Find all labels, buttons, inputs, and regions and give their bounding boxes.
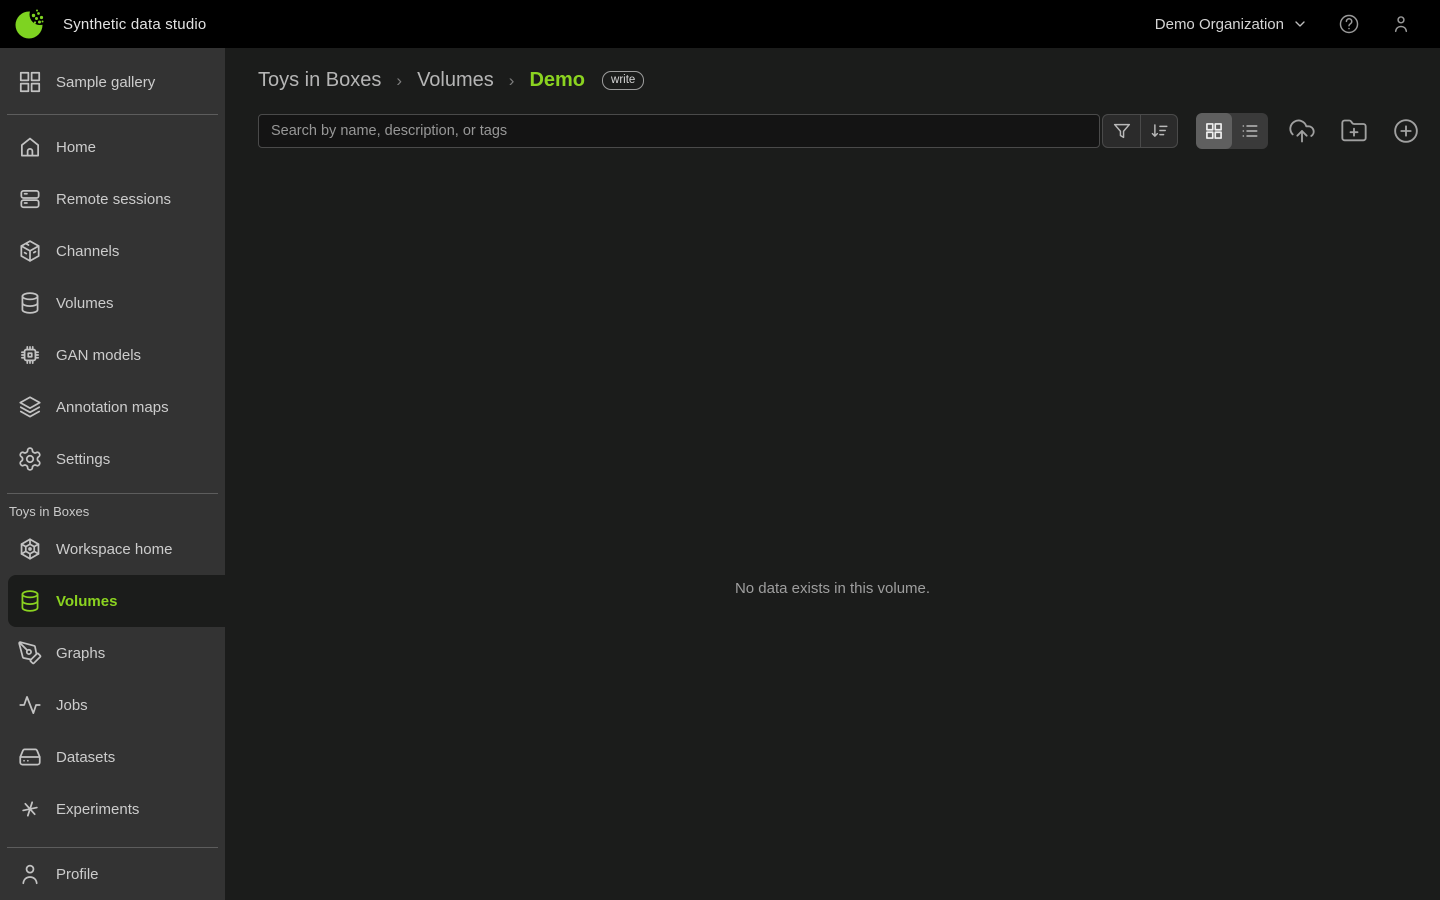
help-button[interactable] <box>1338 13 1360 35</box>
sidebar-divider <box>7 114 218 115</box>
sidebar-item-volumes-workspace[interactable]: Volumes <box>8 575 225 627</box>
pen-tool-icon <box>17 640 43 666</box>
sidebar-item-label: Home <box>56 139 96 156</box>
sidebar-item-profile[interactable]: Profile <box>0 848 225 900</box>
activity-icon <box>17 692 43 718</box>
chevron-down-icon <box>1292 16 1308 32</box>
sidebar-item-label: Workspace home <box>56 541 172 558</box>
breadcrumb-current: Demo <box>529 69 585 92</box>
user-menu-button[interactable] <box>1390 13 1412 35</box>
sidebar-item-home[interactable]: Home <box>0 121 225 173</box>
sidebar-item-channels[interactable]: Channels <box>0 225 225 277</box>
toolbar-actions <box>1288 117 1420 145</box>
cloud-upload-icon <box>1288 117 1316 145</box>
sidebar-item-label: Settings <box>56 451 110 468</box>
filter-button[interactable] <box>1103 115 1140 147</box>
org-name: Demo Organization <box>1155 16 1284 33</box>
gear-icon <box>17 446 43 472</box>
workspace-section-label: Toys in Boxes <box>9 504 225 519</box>
add-button[interactable] <box>1392 117 1420 145</box>
chip-icon <box>17 342 43 368</box>
app-title: Synthetic data studio <box>63 16 206 33</box>
breadcrumb-workspace[interactable]: Toys in Boxes <box>258 69 381 92</box>
topbar-right: Demo Organization <box>1155 13 1412 35</box>
sidebar-item-experiments[interactable]: Experiments <box>0 783 225 835</box>
view-toggle <box>1196 113 1268 149</box>
sort-button[interactable] <box>1140 115 1177 147</box>
server-icon <box>17 186 43 212</box>
sidebar-item-label: Annotation maps <box>56 399 169 416</box>
home-icon <box>17 134 43 160</box>
toolbar <box>258 113 1420 149</box>
user-icon <box>1390 13 1412 35</box>
cube-icon <box>17 238 43 264</box>
sidebar-item-annotation-maps[interactable]: Annotation maps <box>0 381 225 433</box>
filter-icon <box>1111 120 1133 142</box>
breadcrumb-separator: › <box>509 71 515 91</box>
sidebar-item-jobs[interactable]: Jobs <box>0 679 225 731</box>
wireframe-box-icon <box>17 536 43 562</box>
filter-sort-group <box>1102 114 1178 148</box>
sidebar-item-label: Graphs <box>56 645 105 662</box>
sidebar-item-label: Channels <box>56 243 119 260</box>
org-switcher[interactable]: Demo Organization <box>1155 16 1308 33</box>
app-logo-icon <box>14 7 48 41</box>
help-icon <box>1338 13 1360 35</box>
sidebar-item-label: Jobs <box>56 697 88 714</box>
sidebar-item-volumes-global[interactable]: Volumes <box>0 277 225 329</box>
sidebar-item-settings[interactable]: Settings <box>0 433 225 485</box>
asterisk-icon <box>17 796 43 822</box>
list-view-button[interactable] <box>1232 113 1268 149</box>
sidebar-item-gan-models[interactable]: GAN models <box>0 329 225 381</box>
upload-button[interactable] <box>1288 117 1316 145</box>
sidebar-item-label: Experiments <box>56 801 139 818</box>
sidebar-item-label: GAN models <box>56 347 141 364</box>
sidebar-item-sample-gallery[interactable]: Sample gallery <box>0 56 225 108</box>
sidebar-item-datasets[interactable]: Datasets <box>0 731 225 783</box>
list-view-icon <box>1240 121 1260 141</box>
sidebar-divider <box>7 493 218 494</box>
sidebar-item-label: Datasets <box>56 749 115 766</box>
sidebar-item-graphs[interactable]: Graphs <box>0 627 225 679</box>
sidebar-item-label: Volumes <box>56 295 114 312</box>
database-icon <box>17 588 43 614</box>
main-content: Toys in Boxes › Volumes › Demo write <box>225 48 1440 900</box>
grid-view-button[interactable] <box>1196 113 1232 149</box>
search-group <box>258 114 1178 148</box>
sidebar-item-remote-sessions[interactable]: Remote sessions <box>0 173 225 225</box>
topbar: Synthetic data studio Demo Organization <box>0 0 1440 48</box>
hard-drive-icon <box>17 744 43 770</box>
sidebar-item-workspace-home[interactable]: Workspace home <box>0 523 225 575</box>
new-folder-button[interactable] <box>1340 117 1368 145</box>
grid-icon <box>17 69 43 95</box>
sidebar-item-label: Sample gallery <box>56 74 155 91</box>
grid-view-icon <box>1204 121 1224 141</box>
sidebar: Sample gallery Home Remote sessions Chan… <box>0 48 225 900</box>
sidebar-item-label: Remote sessions <box>56 191 171 208</box>
sort-descending-icon <box>1148 120 1170 142</box>
breadcrumb-volumes[interactable]: Volumes <box>417 69 494 92</box>
folder-plus-icon <box>1340 117 1368 145</box>
sidebar-item-label: Volumes <box>56 593 117 610</box>
sidebar-item-label: Profile <box>56 866 99 883</box>
empty-state-message: No data exists in this volume. <box>225 580 1440 597</box>
layers-icon <box>17 394 43 420</box>
search-input[interactable] <box>258 114 1100 148</box>
permission-badge: write <box>602 71 644 90</box>
breadcrumb: Toys in Boxes › Volumes › Demo write <box>225 48 1440 92</box>
database-icon <box>17 290 43 316</box>
plus-circle-icon <box>1392 117 1420 145</box>
person-icon <box>17 861 43 887</box>
breadcrumb-separator: › <box>396 71 402 91</box>
